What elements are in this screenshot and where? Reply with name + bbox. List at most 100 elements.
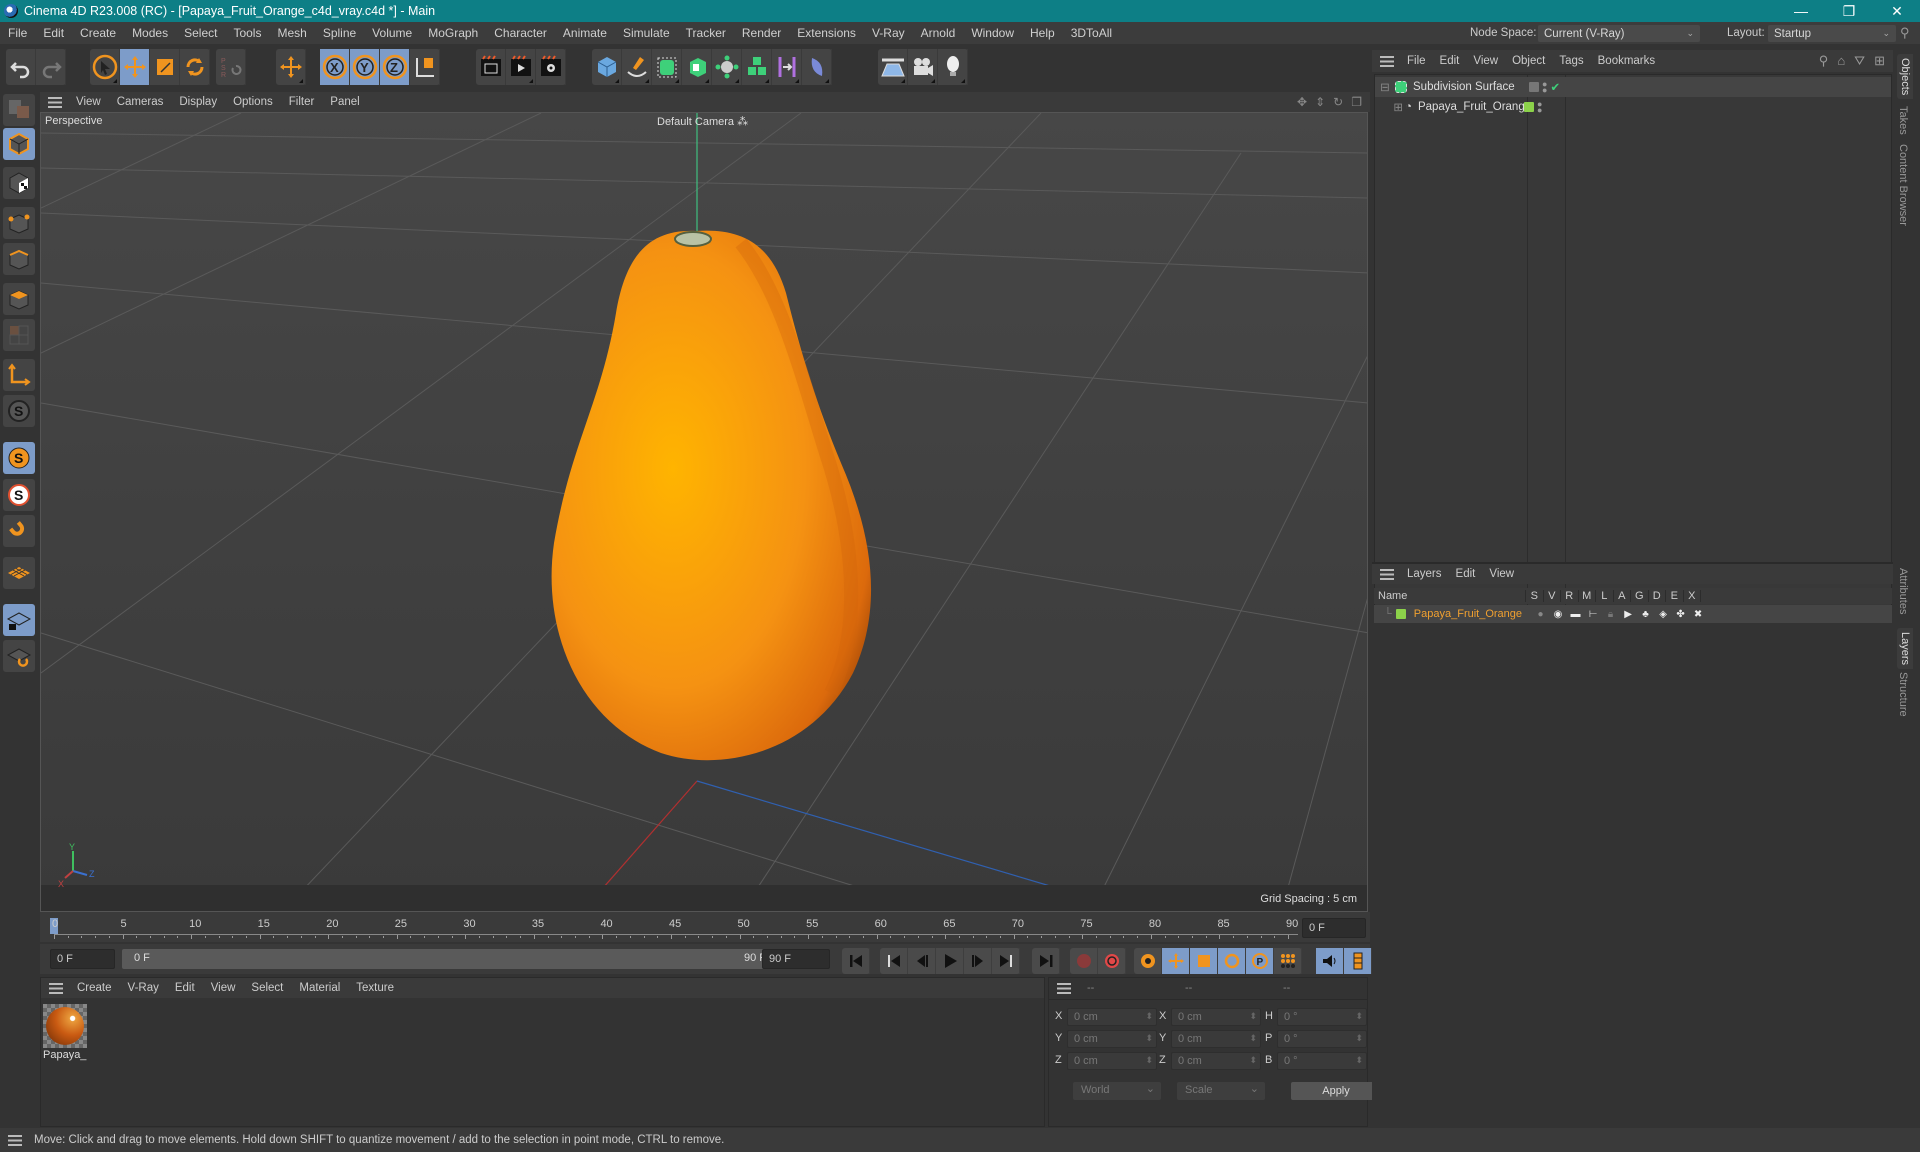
menu-extensions[interactable]: Extensions — [789, 26, 864, 40]
point-mode-button[interactable] — [3, 207, 35, 239]
rotation-h-field[interactable]: 0 ° — [1277, 1008, 1367, 1026]
workplane-rotate-button[interactable] — [3, 640, 35, 672]
menu-tracker[interactable]: Tracker — [678, 26, 734, 40]
lock-icon[interactable]: 🔒︎ — [1602, 609, 1620, 620]
scale-tool-button[interactable] — [150, 49, 180, 85]
material-thumbnail[interactable] — [43, 1004, 87, 1048]
viewport-menu-display[interactable]: Display — [171, 96, 225, 108]
hamburger-icon[interactable] — [8, 1134, 22, 1146]
menu-file[interactable]: File — [0, 26, 35, 40]
goto-end-button[interactable] — [1032, 948, 1060, 974]
layer-column-r[interactable]: R — [1561, 590, 1579, 602]
render-settings-button[interactable] — [536, 49, 566, 85]
menu-character[interactable]: Character — [486, 26, 555, 40]
cube-button[interactable] — [592, 49, 622, 85]
menu-help[interactable]: Help — [1022, 26, 1063, 40]
visibility-dots-icon[interactable]: ● ● — [1537, 100, 1542, 115]
layer-column-e[interactable]: E — [1666, 590, 1684, 602]
extrude-button[interactable] — [682, 49, 712, 85]
hamburger-icon[interactable] — [48, 96, 62, 108]
light-button[interactable] — [938, 49, 968, 85]
render-view-button[interactable] — [476, 49, 506, 85]
tab-layers[interactable]: Layers — [1897, 628, 1913, 670]
tab-structure[interactable]: Structure — [1897, 672, 1909, 717]
play-button[interactable] — [936, 948, 964, 974]
model-mode-button[interactable] — [3, 128, 35, 160]
viewport-menu-options[interactable]: Options — [225, 96, 281, 108]
viewport-menu-filter[interactable]: Filter — [281, 96, 323, 108]
tab-attributes[interactable]: Attributes — [1897, 568, 1909, 614]
render-picture-viewer-button[interactable] — [506, 49, 536, 85]
z-axis-lock-button[interactable]: Z — [380, 49, 410, 85]
axis-move-button[interactable] — [276, 49, 306, 85]
minimize-button[interactable]: — — [1778, 0, 1824, 22]
visible-render-icon[interactable]: ▬ — [1567, 609, 1585, 620]
generators-icon[interactable]: ♣ — [1637, 609, 1655, 620]
search-icon[interactable]: ⚲ — [1819, 53, 1829, 69]
apply-button[interactable]: Apply — [1291, 1082, 1381, 1100]
autokey-button[interactable] — [1098, 948, 1126, 974]
polygon-mode-button[interactable] — [3, 283, 35, 315]
menu-modes[interactable]: Modes — [124, 26, 176, 40]
visible-editor-icon[interactable]: ◉ — [1549, 609, 1567, 620]
layers-menu-view[interactable]: View — [1482, 568, 1521, 580]
floor-button[interactable] — [878, 49, 908, 85]
close-button[interactable]: ✕ — [1874, 0, 1920, 22]
snap-enable-button[interactable]: S — [3, 479, 35, 511]
texture-mode-button[interactable] — [3, 167, 35, 199]
home-icon[interactable]: ⌂ — [1837, 53, 1845, 69]
pen-button[interactable] — [622, 49, 652, 85]
keyframe-selection-button[interactable] — [1134, 948, 1162, 974]
layer-column-x[interactable]: X — [1684, 590, 1701, 602]
menu-spline[interactable]: Spline — [315, 26, 364, 40]
mograph-button[interactable] — [742, 49, 772, 85]
viewport-menu-view[interactable]: View — [68, 96, 109, 108]
layers-menu-edit[interactable]: Edit — [1449, 568, 1483, 580]
layout-dropdown[interactable]: Startup ⌄ — [1768, 25, 1896, 42]
x-axis-lock-button[interactable]: X — [320, 49, 350, 85]
field-button[interactable] — [802, 49, 832, 85]
timeline-ruler[interactable]: 0 5 10 15 20 25 30 35 40 45 50 55 60 65 70 75 80 85 90 0 F — [40, 912, 1370, 942]
prev-key-button[interactable] — [880, 948, 908, 974]
menu-mograph[interactable]: MoGraph — [420, 26, 486, 40]
object-row-subdivision-surface[interactable]: ⊟ Subdivision Surface ● ● ✔ — [1375, 77, 1891, 97]
snap-button[interactable]: S — [3, 395, 35, 427]
sound-button[interactable] — [1316, 948, 1344, 974]
menu-mesh[interactable]: Mesh — [269, 26, 314, 40]
visibility-dots-icon[interactable]: ● ● — [1542, 80, 1547, 95]
object-menu-edit[interactable]: Edit — [1433, 55, 1467, 67]
layer-column-v[interactable]: V — [1544, 590, 1561, 602]
layer-row[interactable]: └ Papaya_Fruit_Orange ● ◉ ▬ ⊢ 🔒︎ ▶ ♣ ◈ ✤ ✖ — [1374, 605, 1892, 623]
tab-content-browser[interactable]: Content Browser — [1897, 144, 1909, 226]
timeline-options-button[interactable] — [1344, 948, 1372, 974]
layer-color-swatch[interactable] — [1395, 609, 1406, 619]
position-x-field[interactable]: 0 cm — [1067, 1008, 1157, 1026]
viewport-menu-cameras[interactable]: Cameras — [109, 96, 172, 108]
record-keys-button[interactable] — [1070, 948, 1098, 974]
hamburger-icon[interactable] — [1057, 983, 1071, 994]
layer-column-name[interactable]: Name — [1374, 590, 1526, 602]
menu-3dtoall[interactable]: 3DToAll — [1063, 26, 1120, 40]
layer-column-a[interactable]: A — [1614, 590, 1631, 602]
camera-label[interactable]: Default Camera ⁂ — [657, 115, 748, 128]
frame-range-slider[interactable]: 0 F 90 F — [122, 949, 782, 969]
camera-button[interactable] — [908, 49, 938, 85]
size-z-field[interactable]: 0 cm — [1171, 1052, 1261, 1070]
xrefs-icon[interactable]: ✖ — [1689, 609, 1707, 620]
subdivision-surface-button[interactable] — [652, 49, 682, 85]
object-menu-bookmarks[interactable]: Bookmarks — [1591, 55, 1663, 67]
layer-column-g[interactable]: G — [1631, 590, 1649, 602]
hamburger-icon[interactable] — [1380, 55, 1394, 67]
menu-animate[interactable]: Animate — [555, 26, 615, 40]
menu-edit[interactable]: Edit — [35, 26, 72, 40]
material-menu-material[interactable]: Material — [291, 982, 348, 994]
tab-takes[interactable]: Takes — [1897, 106, 1909, 135]
enabled-check-icon[interactable]: ✔ — [1550, 80, 1560, 94]
hamburger-icon[interactable] — [49, 982, 63, 994]
coordinate-space-dropdown[interactable]: World — [1073, 1082, 1161, 1100]
expand-icon[interactable]: ⊞ — [1375, 100, 1405, 114]
deformers-icon[interactable]: ◈ — [1654, 609, 1672, 620]
layer-column-s[interactable]: S — [1526, 590, 1544, 602]
key-rotation-button[interactable] — [1218, 948, 1246, 974]
next-frame-button[interactable] — [964, 948, 992, 974]
